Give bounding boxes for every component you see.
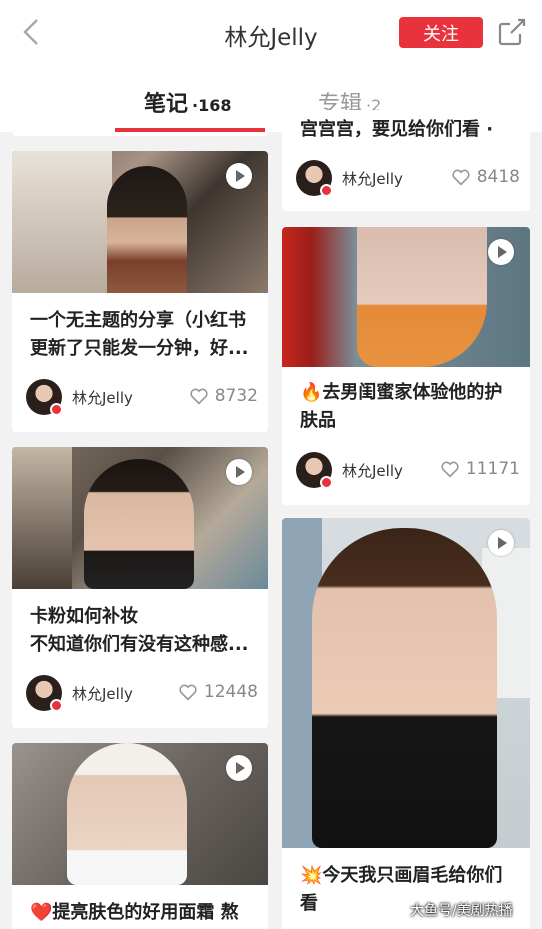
video-play-icon <box>226 755 252 781</box>
tab-notes-label: 笔记 <box>144 92 189 117</box>
note-card[interactable]: 一个无主题的分享（小红书 更新了只能发一分钟，好... 林允Jelly 8732 <box>12 151 268 432</box>
follow-button[interactable]: 关注 <box>399 17 483 48</box>
note-author-row: 林允Jelly 8732 <box>26 379 258 416</box>
video-play-icon <box>226 459 252 485</box>
verified-badge-icon <box>50 699 63 712</box>
note-author-name: 林允Jelly <box>342 170 403 188</box>
note-title: 一个无主题的分享（小红书 更新了只能发一分钟，好... <box>30 310 249 359</box>
verified-badge-icon <box>50 403 63 416</box>
video-play-icon <box>488 530 514 556</box>
heart-icon <box>179 684 197 701</box>
heart-icon <box>452 169 470 186</box>
heart-icon <box>190 388 208 405</box>
like-count: 8732 <box>214 386 258 406</box>
note-author-name: 林允Jelly <box>72 685 133 703</box>
tab-notes[interactable]: 笔记 ·168 <box>144 86 232 118</box>
share-button[interactable] <box>496 16 528 48</box>
like-count: 8418 <box>476 167 520 187</box>
note-thumbnail <box>12 151 268 293</box>
note-thumbnail <box>12 743 268 885</box>
watermark: 大鱼号/美剧热播 <box>410 903 513 919</box>
like-button[interactable]: 11171 <box>440 459 520 479</box>
note-author-row: 林允Jelly 12448 <box>26 675 258 712</box>
note-title: 🔥去男闺蜜家体验他的护 肤品 <box>300 382 503 431</box>
note-card[interactable]: 💥今天我只画眉毛给你们 看 <box>282 518 530 929</box>
note-card[interactable]: 宫宫宫，要见给你们看 · 林允Jelly 8418 <box>282 110 530 211</box>
note-card[interactable]: 卡粉如何补妆 不知道你们有没有这种感... 林允Jelly 12448 <box>12 447 268 728</box>
note-card-partial[interactable] <box>12 132 268 136</box>
note-card[interactable]: ❤️提亮肤色的好用面霜 熬 <box>12 743 268 929</box>
note-author-row: 林允Jelly 8418 <box>296 160 520 197</box>
heart-icon <box>441 461 459 478</box>
like-count: 11171 <box>465 459 520 479</box>
note-thumbnail <box>282 227 530 367</box>
video-play-icon <box>488 239 514 265</box>
tab-notes-count: ·168 <box>192 96 232 115</box>
video-play-icon <box>226 163 252 189</box>
note-author-name: 林允Jelly <box>342 462 403 480</box>
note-author-row: 林允Jelly 11171 <box>296 452 520 489</box>
note-author-name: 林允Jelly <box>72 389 133 407</box>
like-button[interactable]: 8732 <box>189 386 258 406</box>
verified-badge-icon <box>320 476 333 489</box>
note-thumbnail <box>282 518 530 848</box>
note-title: 卡粉如何补妆 不知道你们有没有这种感... <box>30 606 249 655</box>
like-button[interactable]: 8418 <box>451 167 520 187</box>
like-button[interactable]: 12448 <box>178 682 258 702</box>
verified-badge-icon <box>320 184 333 197</box>
note-title-partial: 宫宫宫，要见给你们看 · <box>300 119 494 140</box>
note-card[interactable]: 🔥去男闺蜜家体验他的护 肤品 林允Jelly 11171 <box>282 227 530 505</box>
like-count: 12448 <box>203 682 258 702</box>
top-bar: 林允Jelly 关注 <box>0 0 542 66</box>
share-icon <box>498 18 526 46</box>
note-thumbnail <box>12 447 268 589</box>
note-title: ❤️提亮肤色的好用面霜 熬 <box>30 902 239 923</box>
